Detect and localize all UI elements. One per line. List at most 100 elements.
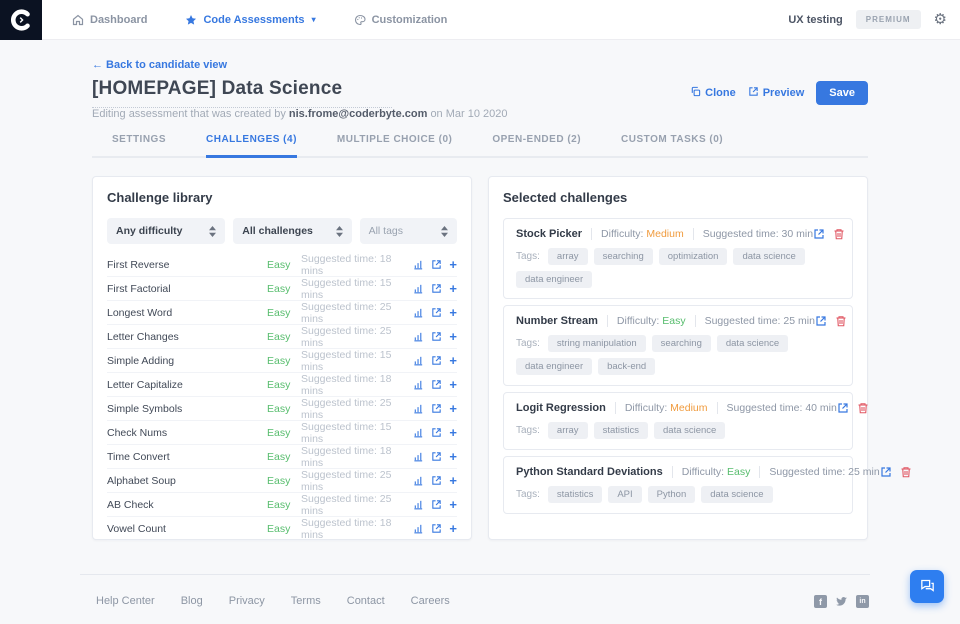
social-links: f in [814,595,869,608]
coderbyte-logo-icon [11,8,30,31]
tab-multiple-choice[interactable]: MULTIPLE CHOICE (0) [337,134,452,156]
add-challenge-icon[interactable]: + [449,402,457,415]
page-title[interactable]: [HOMEPAGE] Data Science [92,78,392,100]
gear-icon[interactable]: ⚙ [934,12,947,27]
add-challenge-icon[interactable]: + [449,378,457,391]
add-challenge-icon[interactable]: + [449,306,457,319]
challenge-name: Longest Word [107,306,173,319]
divider [759,466,761,478]
external-link-icon[interactable] [431,403,442,414]
chat-widget-button[interactable] [910,570,944,603]
footer-link[interactable]: Blog [181,595,203,607]
external-link-icon[interactable] [431,331,442,342]
challenge-difficulty: Easy [267,474,291,487]
challenge-suggested-time: Suggested time: 25 mins [301,396,392,421]
add-challenge-icon[interactable]: + [449,282,457,295]
add-challenge-icon[interactable]: + [449,522,457,535]
stats-bar-chart-icon[interactable] [413,451,424,462]
preview-button[interactable]: Preview [748,86,804,100]
back-to-candidate-view-link[interactable]: ← Back to candidate view [92,59,227,71]
clone-button-label: Clone [705,87,736,99]
footer-link[interactable]: Contact [347,595,385,607]
external-link-icon[interactable] [431,283,442,294]
add-challenge-icon[interactable]: + [449,258,457,271]
stats-bar-chart-icon[interactable] [413,331,424,342]
tab-settings[interactable]: SETTINGS [112,134,166,156]
add-challenge-icon[interactable]: + [449,330,457,343]
stats-bar-chart-icon[interactable] [413,403,424,414]
external-link-icon[interactable] [431,523,442,534]
external-link-icon[interactable] [815,315,827,327]
challenge-suggested-time: Suggested time: 25 mins [301,468,392,493]
stats-bar-chart-icon[interactable] [413,523,424,534]
coderbyte-logo[interactable] [0,0,42,40]
external-link-icon[interactable] [431,355,442,366]
facebook-icon[interactable]: f [814,595,827,608]
external-link-icon[interactable] [431,451,442,462]
stats-bar-chart-icon[interactable] [413,259,424,270]
tab-open-ended[interactable]: OPEN-ENDED (2) [492,134,581,156]
nav-code-assessments[interactable]: Code Assessments ▾ [185,14,316,26]
challenge-difficulty: Easy [267,498,291,511]
external-link-icon[interactable] [431,427,442,438]
challenge-name: AB Check [107,498,154,511]
top-navbar: Dashboard Code Assessments ▾ Customizati… [0,0,960,40]
add-challenge-icon[interactable]: + [449,498,457,511]
selected-challenge-cards: Stock Picker Difficulty: Medium Suggeste… [503,218,911,514]
difficulty-filter-value: Any difficulty [116,225,183,237]
chevron-down-icon: ▾ [311,15,316,24]
tags-filter-value: All tags [368,225,403,237]
stats-bar-chart-icon[interactable] [413,499,424,510]
trash-icon[interactable] [857,402,869,414]
external-link-icon[interactable] [431,307,442,318]
external-link-icon[interactable] [431,499,442,510]
challenge-row-actions: + [413,474,457,487]
external-link-icon[interactable] [431,475,442,486]
linkedin-icon[interactable]: in [856,595,869,608]
difficulty-filter-select[interactable]: Any difficulty [107,218,226,244]
nav-dashboard[interactable]: Dashboard [72,14,147,26]
clone-button[interactable]: Clone [690,86,736,100]
footer-link[interactable]: Careers [411,595,450,607]
external-link-icon[interactable] [880,466,892,478]
footer-link[interactable]: Privacy [229,595,265,607]
add-challenge-icon[interactable]: + [449,474,457,487]
challenges-filter-select[interactable]: All challenges [233,218,352,244]
palette-icon [354,14,366,26]
card-actions [880,466,912,478]
stats-bar-chart-icon[interactable] [413,283,424,294]
footer-link[interactable]: Help Center [96,595,155,607]
tab-custom-tasks[interactable]: CUSTOM TASKS (0) [621,134,723,156]
stats-bar-chart-icon[interactable] [413,355,424,366]
stats-bar-chart-icon[interactable] [413,427,424,438]
tab-challenges[interactable]: CHALLENGES (4) [206,134,297,158]
add-challenge-icon[interactable]: + [449,426,457,439]
add-challenge-icon[interactable]: + [449,354,457,367]
difficulty-value: Medium [670,402,708,414]
nav-customization[interactable]: Customization [354,14,447,26]
add-challenge-icon[interactable]: + [449,450,457,463]
save-button[interactable]: Save [816,81,868,105]
stats-bar-chart-icon[interactable] [413,475,424,486]
external-link-icon[interactable] [813,228,825,240]
tag-pill: searching [593,248,653,265]
trash-icon[interactable] [900,466,912,478]
external-link-icon[interactable] [431,379,442,390]
tag-pill: string manipulation [547,335,646,352]
stats-bar-chart-icon[interactable] [413,379,424,390]
tags-filter-select[interactable]: All tags [359,218,457,244]
external-link-icon[interactable] [431,259,442,270]
challenge-row-actions: + [413,450,457,463]
challenge-row-actions: + [413,282,457,295]
trash-icon[interactable] [833,228,845,240]
card-challenge-name: Logit Regression [516,402,606,414]
stats-bar-chart-icon[interactable] [413,307,424,318]
workspace-name[interactable]: UX testing [788,14,842,26]
trash-icon[interactable] [835,315,847,327]
footer-link[interactable]: Terms [291,595,321,607]
challenge-row: Simple Symbols Easy Suggested time: 25 m… [107,397,457,421]
external-link-icon[interactable] [837,402,849,414]
challenge-row-actions: + [413,354,457,367]
twitter-icon[interactable] [835,595,848,608]
tag-pill: array [547,422,588,439]
